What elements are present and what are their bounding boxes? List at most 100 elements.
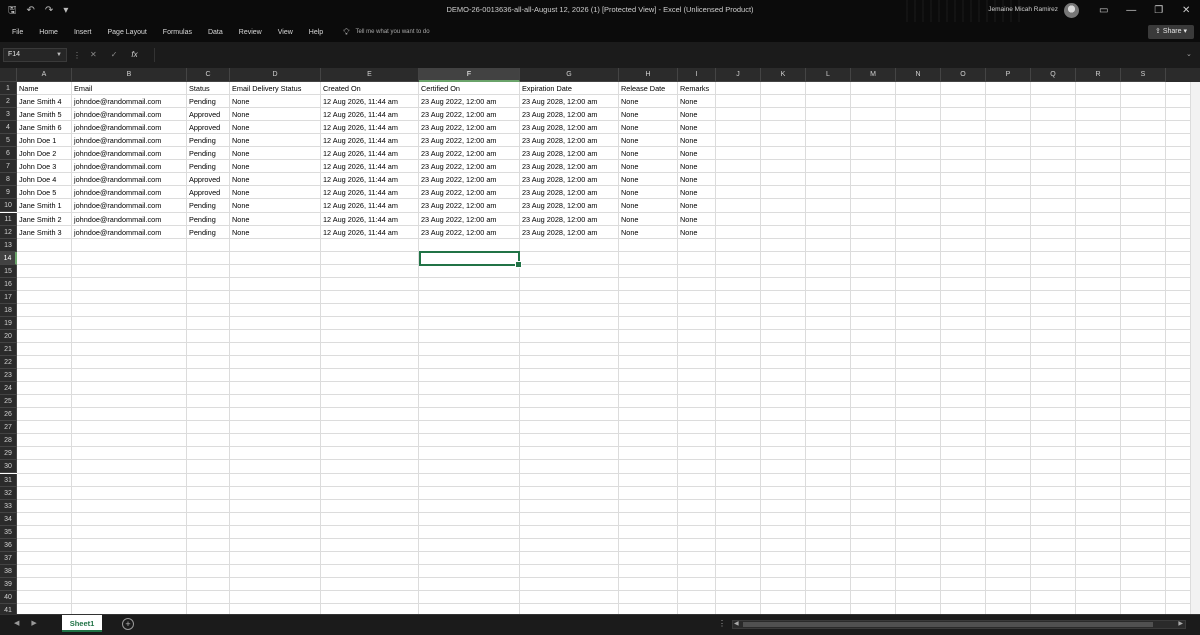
table-cell[interactable]: None xyxy=(678,160,716,173)
column-header-d[interactable]: D xyxy=(230,68,321,82)
table-cell[interactable]: None xyxy=(230,108,321,121)
table-cell[interactable]: 12 Aug 2026, 11:44 am xyxy=(321,173,419,186)
row-header-30[interactable]: 30 xyxy=(0,460,17,474)
table-cell[interactable]: Pending xyxy=(187,213,230,226)
row-header-28[interactable]: 28 xyxy=(0,434,17,448)
sheet-tab-sheet1[interactable]: Sheet1 xyxy=(62,615,102,632)
table-cell[interactable]: None xyxy=(678,108,716,121)
row-header-26[interactable]: 26 xyxy=(0,408,17,422)
row-header-36[interactable]: 36 xyxy=(0,538,17,552)
active-cell-f14[interactable] xyxy=(419,250,522,268)
table-cell[interactable]: None xyxy=(619,226,678,239)
customize-icon[interactable]: ▾ xyxy=(63,4,68,18)
column-header-p[interactable]: P xyxy=(986,68,1031,82)
enter-icon[interactable]: ✓ xyxy=(111,48,118,62)
table-cell[interactable]: John Doe 2 xyxy=(17,147,72,160)
row-header-14[interactable]: 14 xyxy=(0,251,17,265)
table-cell[interactable]: None xyxy=(230,213,321,226)
row-header-5[interactable]: 5 xyxy=(0,134,17,148)
table-cell[interactable]: johndoe@randommail.com xyxy=(72,226,187,239)
table-cell[interactable]: johndoe@randommail.com xyxy=(72,134,187,147)
table-cell[interactable]: 23 Aug 2022, 12:00 am xyxy=(419,134,520,147)
row-header-7[interactable]: 7 xyxy=(0,160,17,174)
formula-input[interactable] xyxy=(154,48,1182,62)
table-cell[interactable]: Pending xyxy=(187,199,230,212)
row-header-41[interactable]: 41 xyxy=(0,604,17,614)
table-cell[interactable]: None xyxy=(678,226,716,239)
table-cell[interactable]: 23 Aug 2022, 12:00 am xyxy=(419,160,520,173)
table-cell[interactable]: Jane Smith 5 xyxy=(17,108,72,121)
table-cell[interactable]: 12 Aug 2026, 11:44 am xyxy=(321,213,419,226)
column-header-f[interactable]: F xyxy=(419,68,520,82)
ribbon-display-icon[interactable]: ▭ xyxy=(1090,0,1118,22)
table-cell[interactable]: None xyxy=(230,186,321,199)
row-header-37[interactable]: 37 xyxy=(0,551,17,565)
vertical-scrollbar[interactable] xyxy=(1190,82,1200,614)
table-cell[interactable]: 23 Aug 2028, 12:00 am xyxy=(520,186,619,199)
row-header-6[interactable]: 6 xyxy=(0,147,17,161)
table-cell[interactable]: Pending xyxy=(187,160,230,173)
table-cell[interactable]: None xyxy=(619,121,678,134)
table-cell[interactable]: 12 Aug 2026, 11:44 am xyxy=(321,160,419,173)
spreadsheet-grid[interactable]: A B C D E F G H I J K L M N O P Q R S 1 2 3 4 5 6 7 8 9 10 11 12 13 14 15… xyxy=(0,68,1200,614)
scroll-right-icon[interactable]: ▶ xyxy=(1178,620,1183,627)
avatar[interactable] xyxy=(1064,3,1079,18)
table-cell[interactable]: 23 Aug 2028, 12:00 am xyxy=(520,226,619,239)
scroll-thumb[interactable] xyxy=(743,622,1153,627)
tab-data[interactable]: Data xyxy=(208,29,223,36)
redo-icon[interactable]: ↷ xyxy=(45,4,53,18)
row-header-38[interactable]: 38 xyxy=(0,564,17,578)
column-header-a[interactable]: A xyxy=(17,68,72,82)
table-cell[interactable]: None xyxy=(230,226,321,239)
header-cell[interactable]: Status xyxy=(187,82,230,95)
tab-review[interactable]: Review xyxy=(239,29,262,36)
table-cell[interactable]: 23 Aug 2022, 12:00 am xyxy=(419,108,520,121)
select-all-corner[interactable] xyxy=(0,68,17,82)
tab-page-layout[interactable]: Page Layout xyxy=(107,29,146,36)
header-cell[interactable]: Expiration Date xyxy=(520,82,619,95)
table-cell[interactable]: John Doe 4 xyxy=(17,173,72,186)
table-cell[interactable]: 12 Aug 2026, 11:44 am xyxy=(321,95,419,108)
column-header-j[interactable]: J xyxy=(716,68,761,82)
header-cell[interactable]: Release Date xyxy=(619,82,678,95)
table-cell[interactable]: Pending xyxy=(187,95,230,108)
table-cell[interactable]: johndoe@randommail.com xyxy=(72,160,187,173)
table-cell[interactable]: johndoe@randommail.com xyxy=(72,199,187,212)
tell-me-box[interactable]: 💡︎ Tell me what you want to do xyxy=(343,27,429,38)
tab-view[interactable]: View xyxy=(278,29,293,36)
table-cell[interactable]: 23 Aug 2028, 12:00 am xyxy=(520,108,619,121)
table-cell[interactable]: johndoe@randommail.com xyxy=(72,121,187,134)
row-header-1[interactable]: 1 xyxy=(0,82,17,95)
table-cell[interactable]: None xyxy=(619,173,678,186)
table-cell[interactable]: Jane Smith 3 xyxy=(17,226,72,239)
table-cell[interactable]: None xyxy=(678,213,716,226)
table-cell[interactable]: None xyxy=(230,134,321,147)
column-header-h[interactable]: H xyxy=(619,68,678,82)
row-header-12[interactable]: 12 xyxy=(0,225,17,239)
table-cell[interactable]: 23 Aug 2022, 12:00 am xyxy=(419,199,520,212)
table-cell[interactable]: None xyxy=(678,121,716,134)
table-cell[interactable]: johndoe@randommail.com xyxy=(72,213,187,226)
name-box[interactable]: F14 ▼ xyxy=(3,48,67,62)
row-header-31[interactable]: 31 xyxy=(0,473,17,487)
splitter-icon[interactable]: ⋮ xyxy=(718,619,726,628)
insert-function-icon[interactable]: fx xyxy=(131,48,137,62)
column-header-l[interactable]: L xyxy=(806,68,851,82)
restore-icon[interactable]: ❐ xyxy=(1145,0,1173,22)
table-cell[interactable]: johndoe@randommail.com xyxy=(72,173,187,186)
table-cell[interactable]: None xyxy=(619,147,678,160)
table-cell[interactable]: 23 Aug 2022, 12:00 am xyxy=(419,147,520,160)
row-header-23[interactable]: 23 xyxy=(0,369,17,383)
table-cell[interactable]: None xyxy=(619,160,678,173)
user-name[interactable]: Jemaine Micah Ramirez xyxy=(940,6,1058,13)
row-header-13[interactable]: 13 xyxy=(0,238,17,252)
column-header-n[interactable]: N xyxy=(896,68,941,82)
column-header-q[interactable]: Q xyxy=(1031,68,1076,82)
tab-file[interactable]: File xyxy=(12,29,23,36)
tab-insert[interactable]: Insert xyxy=(74,29,92,36)
table-cell[interactable]: 23 Aug 2028, 12:00 am xyxy=(520,134,619,147)
table-cell[interactable]: None xyxy=(678,199,716,212)
table-cell[interactable]: None xyxy=(230,173,321,186)
table-cell[interactable]: None xyxy=(230,121,321,134)
row-header-9[interactable]: 9 xyxy=(0,186,17,200)
